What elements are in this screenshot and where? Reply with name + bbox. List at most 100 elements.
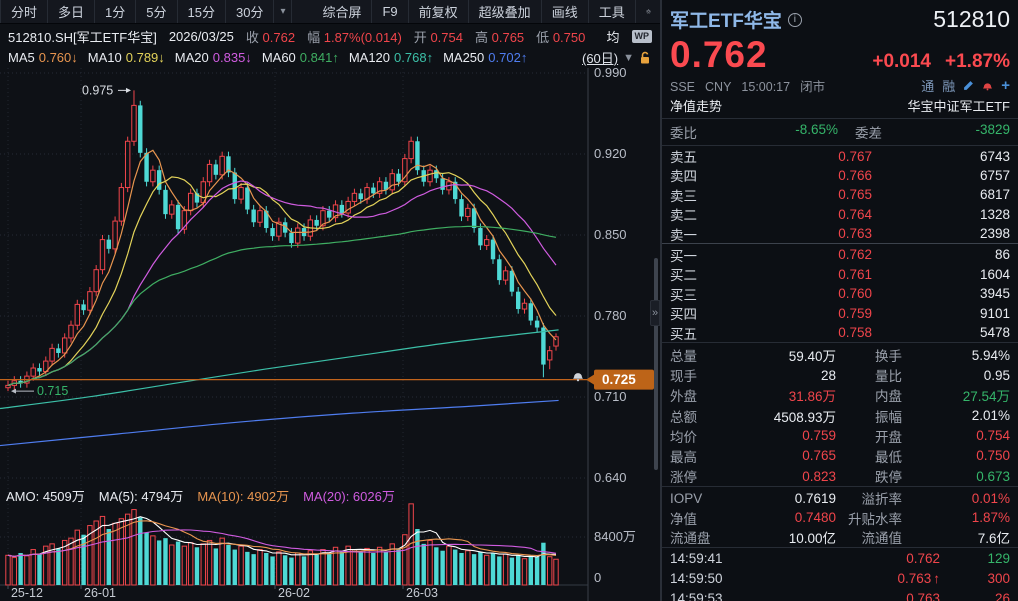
sell-row[interactable]: 卖五 0.767 6743 (662, 146, 1018, 166)
sell-row[interactable]: 卖四 0.766 6757 (662, 165, 1018, 185)
add-to-watchlist-icon[interactable]: + (1001, 77, 1010, 94)
ma-label: MA250 (443, 50, 485, 65)
ma-label: MA60 (261, 50, 296, 65)
stat-value: 28 (820, 367, 836, 383)
amount-legend-row: AMO: 4509万 MA(5): 4794万 MA(10): 4902万 MA(20… (6, 486, 409, 505)
stat-row: 现手 28 量比 0.95 (662, 365, 1018, 385)
volume-pane (5, 503, 559, 586)
stat-label: 现手 (670, 369, 697, 385)
ma-value: 0.702↑ (488, 50, 528, 65)
sell-level-label: 卖四 (670, 169, 697, 185)
ma-label: MA5 (8, 50, 35, 65)
buy-row[interactable]: 买一 0.762 86 (662, 245, 1018, 264)
wp-badge-icon[interactable]: WP (631, 29, 652, 43)
stat-row: 涨停 0.823 跌停 0.673 (662, 466, 1018, 486)
sell-level-label: 卖三 (670, 188, 697, 204)
btn-f9[interactable]: F9 (372, 0, 409, 23)
buy-row[interactable]: 买五 0.758 5478 (662, 323, 1018, 342)
sell-level-label: 卖五 (670, 150, 697, 165)
stat-label: 量比 (875, 369, 902, 385)
buy-volume: 86 (994, 247, 1010, 263)
tick-volume: 300 (987, 570, 1010, 586)
stat-label: 流通盘 (670, 531, 711, 546)
tick-volume: 26 (994, 590, 1010, 601)
time-axis-label: 26-03 (406, 586, 438, 600)
settings-gear-icon[interactable] (636, 0, 662, 23)
tick-price: 0.763 ↑ (897, 570, 940, 586)
price-change: +0.014 +1.87% (872, 51, 1010, 73)
btn-composite-screen[interactable]: 综合屏 (312, 0, 373, 23)
btn-super-overlay[interactable]: 超级叠加 (469, 0, 542, 23)
time-and-sales: 14:59:41 0.762 129 14:59:50 0.763 ↑ 300 14:59:5… (662, 548, 1018, 601)
candlestick-chart[interactable]: 0.725 0.990 0.920 0.850 0.780 0.710 0.640 8400… (0, 65, 660, 601)
buy-price: 0.760 (838, 286, 872, 302)
tab-multiday[interactable]: 多日 (48, 0, 96, 23)
buy-row[interactable]: 买二 0.761 1604 (662, 264, 1018, 284)
sell-row[interactable]: 卖三 0.765 6817 (662, 185, 1018, 204)
sell-row[interactable]: 卖一 0.763 2398 (662, 224, 1018, 243)
weibi-value: -8.65% (795, 122, 838, 137)
buy-row[interactable]: 买四 0.759 9101 (662, 303, 1018, 323)
price-axis-labels: 0.990 0.920 0.850 0.780 0.710 0.640 8400万 0 (594, 65, 636, 585)
stat-label: 均价 (670, 429, 697, 445)
avg-toggle[interactable]: 均 (606, 27, 619, 46)
tick-row: 14:59:41 0.762 129 (662, 548, 1018, 568)
stat-value: 0.754 (976, 428, 1010, 444)
tab-timeline[interactable]: 分时 (0, 0, 49, 23)
tab-30min[interactable]: 30分 (226, 0, 275, 23)
btn-draw-line[interactable]: 画线 (542, 0, 589, 23)
edit-pencil-icon[interactable] (963, 80, 974, 91)
stat-row: 总额 4508.93万 振幅 2.01% (662, 405, 1018, 425)
chart-canvas[interactable]: 0.725 0.990 0.920 0.850 0.780 0.710 0.640 8400… (0, 65, 660, 601)
unlock-icon[interactable] (639, 51, 652, 65)
stat-value: 1.87% (971, 510, 1010, 526)
stat-value: 4508.93万 (773, 409, 836, 425)
sell-volume: 1328 (979, 206, 1010, 222)
sell-order-book: 卖五 0.767 6743 卖四 0.766 6757 卖三 0.765 6817 卖二 0.764… (662, 146, 1018, 244)
sell-price: 0.767 (838, 148, 872, 164)
sell-volume: 6743 (979, 148, 1010, 164)
amo-legend-item: MA(5): 4794万 (98, 489, 184, 504)
buy-row[interactable]: 买三 0.760 3945 (662, 284, 1018, 303)
stat-value: 0.95 (983, 367, 1010, 383)
panel-expander-handle[interactable]: » (650, 300, 660, 326)
margin-badge-tong[interactable]: 通 (921, 76, 934, 95)
ma-legend-ma10: MA10 0.789↓ (88, 50, 165, 65)
margin-badge-rong[interactable]: 融 (942, 76, 955, 95)
btn-forward-adjust[interactable]: 前复权 (409, 0, 469, 23)
nav-trend-link[interactable]: 净值走势 (670, 96, 722, 115)
stat-row: IOPV 0.7619 溢折率 0.01% (662, 488, 1018, 508)
stat-label: 总额 (670, 409, 697, 425)
alert-line-layer[interactable]: 0.725 (0, 369, 654, 390)
stat-value: 10.00亿 (788, 531, 836, 546)
tab-15min[interactable]: 15分 (178, 0, 226, 23)
svg-text:0.725: 0.725 (602, 372, 636, 387)
ma-period-control[interactable]: (60日) ▼ (582, 48, 652, 67)
low-field: 低 0.750 (536, 29, 586, 45)
stat-label: 净值 (670, 511, 697, 527)
close-field: 收 0.762 (245, 29, 296, 45)
time-axis-label: 25-12 (11, 586, 43, 600)
info-icon[interactable]: i (787, 12, 802, 27)
ma-value: 0.760↓ (38, 50, 78, 65)
stat-value: 2.01% (971, 408, 1010, 424)
alert-bell-icon[interactable] (982, 79, 993, 91)
tab-5min[interactable]: 5分 (136, 0, 178, 23)
stat-row: 均价 0.759 开盘 0.754 (662, 426, 1018, 446)
instrument-name: 军工ETF华宝 i (670, 6, 802, 33)
ma-period-label[interactable]: (60日) (582, 48, 618, 67)
svg-text:0.920: 0.920 (594, 146, 627, 161)
split-scrollbar-thumb[interactable] (654, 258, 658, 470)
stat-value: 31.86万 (788, 389, 836, 405)
tab-1min[interactable]: 1分 (95, 0, 137, 23)
period-dropdown-caret[interactable]: ▾ (274, 0, 293, 23)
ma-lines-layer (0, 149, 559, 447)
date-label: 2026/03/25 (168, 28, 234, 44)
ma-legend-ma120: MA120 0.768↑ (349, 50, 433, 65)
period-dropdown-triangle-icon[interactable]: ▼ (623, 52, 634, 64)
buy-level-label: 买二 (670, 268, 697, 284)
btn-tools[interactable]: 工具 (589, 0, 636, 23)
sell-level-label: 卖一 (670, 227, 697, 243)
sell-row[interactable]: 卖二 0.764 1328 (662, 204, 1018, 224)
stat-value: 0.7480 (794, 510, 836, 526)
